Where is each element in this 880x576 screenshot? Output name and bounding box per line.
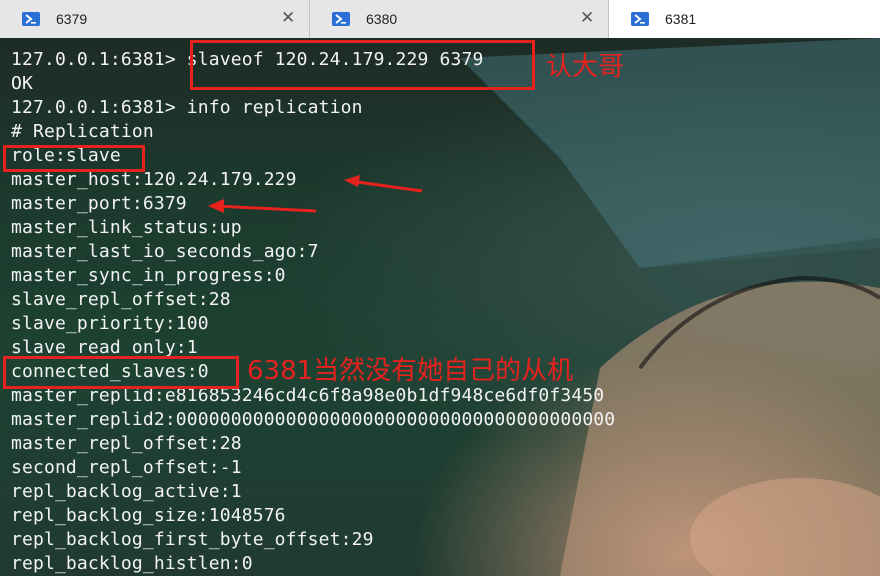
- powershell-icon: [631, 12, 649, 26]
- terminal-pane[interactable]: 127.0.0.1:6381> slaveof 120.24.179.229 6…: [0, 38, 880, 576]
- terminal-line: 127.0.0.1:6381> info replication: [11, 97, 363, 118]
- tab-6381[interactable]: 6381: [609, 0, 880, 38]
- tab-bar: 6379 ✕ 6380 ✕ 6381: [0, 0, 880, 39]
- terminal-line: second_repl_offset:-1: [11, 457, 242, 478]
- terminal-line: slave_priority:100: [11, 313, 209, 334]
- terminal-line: master_last_io_seconds_ago:7: [11, 241, 319, 262]
- tab-label: 6381: [665, 11, 697, 27]
- terminal-line: master_repl_offset:28: [11, 433, 242, 454]
- powershell-icon: [22, 12, 40, 26]
- terminal-line: repl_backlog_active:1: [11, 481, 242, 502]
- terminal-output: 127.0.0.1:6381> slaveof 120.24.179.229 6…: [11, 48, 615, 576]
- powershell-icon: [332, 12, 350, 26]
- terminal-line: repl_backlog_first_byte_offset:29: [11, 529, 374, 550]
- highlight-connected-slaves: [3, 356, 239, 389]
- highlight-role: [3, 145, 145, 172]
- close-icon[interactable]: ✕: [281, 9, 295, 26]
- tab-6379[interactable]: 6379 ✕: [0, 0, 310, 38]
- terminal-line: # Replication: [11, 121, 154, 142]
- tab-label: 6380: [366, 11, 398, 27]
- tab-label: 6379: [56, 11, 88, 27]
- terminal-line: master_sync_in_progress:0: [11, 265, 286, 286]
- annotation-note-2: 6381当然没有她自己的从机: [247, 356, 574, 386]
- tab-6380[interactable]: 6380 ✕: [310, 0, 609, 38]
- highlight-slaveof-command: [190, 40, 535, 90]
- arrow-icon: [344, 175, 423, 193]
- terminal-line: repl_backlog_histlen:0: [11, 553, 253, 574]
- terminal-line: repl_backlog_size:1048576: [11, 505, 286, 526]
- annotation-note-1: 认大哥: [546, 52, 625, 82]
- terminal-line: master_replid2:0000000000000000000000000…: [11, 409, 616, 430]
- terminal-line: slave_repl_offset:28: [11, 289, 231, 310]
- close-icon[interactable]: ✕: [580, 9, 594, 26]
- arrow-icon: [208, 199, 317, 213]
